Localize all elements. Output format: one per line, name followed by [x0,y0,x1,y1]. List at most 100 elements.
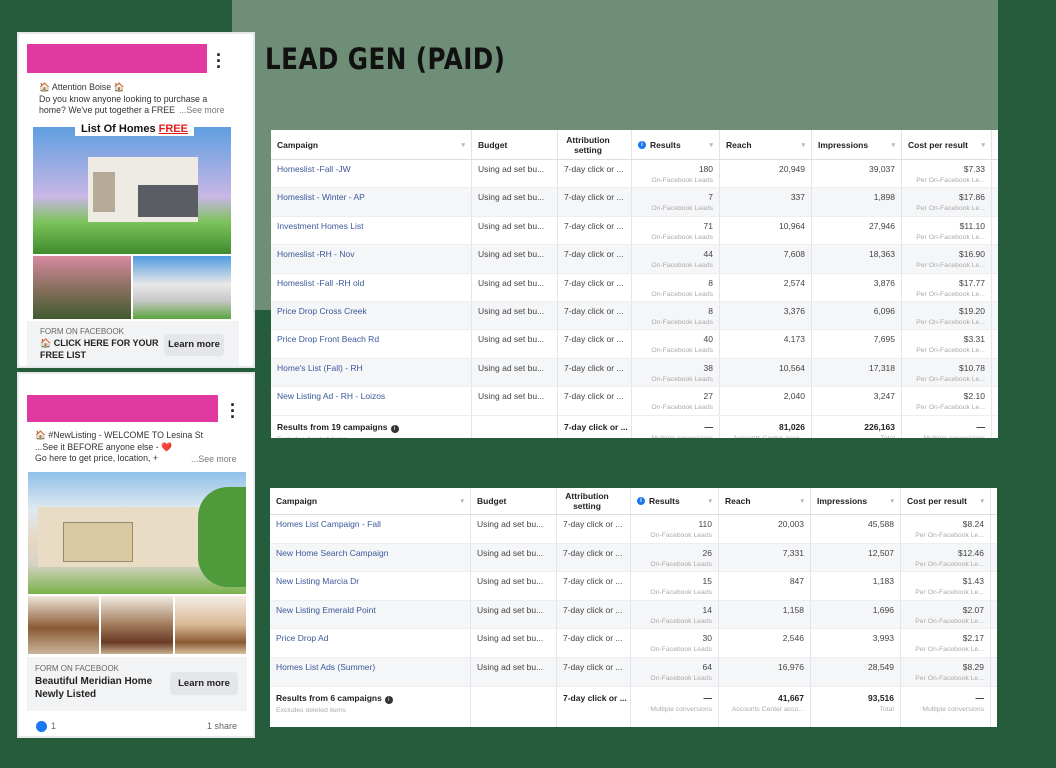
cell-campaign[interactable]: New Home Search Campaign [270,543,471,572]
table-row[interactable]: New Listing Ad - RH - Loizos Using ad set… [271,387,998,416]
table-row[interactable]: Homeslist -RH - Nov Using ad set bu... 7-d… [271,245,998,274]
learn-more-button[interactable]: Learn more [170,672,238,695]
table-row[interactable]: Homes List Ads (Summer) Using ad set bu..… [270,657,997,687]
cell-reach: 3,376 [720,301,812,330]
campaign-link[interactable]: New Listing Marcia Dr [276,576,359,586]
cell-campaign[interactable]: Homeslist - Winter - AP [271,188,472,216]
table-row[interactable]: Homes List Campaign - Fall Using ad set b… [270,515,997,544]
cell-reach: 10,964 [720,216,812,245]
cell-campaign[interactable]: Homeslist -Fall -JW [271,160,472,188]
column-header-attribution[interactable]: Attribution setting [558,130,632,159]
table-row[interactable]: New Home Search Campaign Using ad set bu.… [270,543,997,573]
share-count[interactable]: 1 share [207,721,237,731]
like-count[interactable]: 1 [51,721,56,731]
campaign-link[interactable]: Price Drop Front Beach Rd [277,334,379,344]
cell-campaign[interactable]: New Listing Ad - RH - Loizos [271,387,472,415]
table-row[interactable]: New Listing Marcia Dr Using ad set bu... 7… [270,572,997,601]
total-value: 7-day click or ... [563,692,627,703]
sort-caret-icon[interactable]: ▾ [891,141,895,149]
column-header-impressions[interactable]: Impressions ▾ [811,488,901,514]
campaign-link[interactable]: New Listing Ad - RH - Loizos [277,391,385,401]
cell-campaign[interactable]: Homeslist -Fall -RH old [271,273,472,301]
more-vertical-icon[interactable]: · · · [229,396,237,426]
learn-more-button[interactable]: Learn more [164,334,224,356]
table-row[interactable]: Homeslist -Fall -RH old Using ad set bu..… [271,273,998,302]
campaign-link[interactable]: Homes List Ads (Summer) [276,662,375,672]
cell-campaign[interactable]: New Listing Emerald Point [270,600,471,629]
column-header-budget[interactable]: Budget [472,130,558,159]
info-icon[interactable]: i [384,695,393,704]
sort-caret-icon[interactable]: ▾ [461,141,465,149]
sort-caret-icon[interactable]: ▾ [801,141,805,149]
cell-value: $3.31 [963,334,985,345]
cell-campaign[interactable]: New Listing Marcia Dr [270,572,471,600]
campaign-link[interactable]: Price Drop Ad [276,633,328,643]
info-icon[interactable]: i [637,497,645,505]
column-header-impressions[interactable]: Impressions ▾ [812,130,902,159]
sort-caret-icon[interactable]: ▾ [981,141,985,149]
table-row[interactable]: Home's List (Fall) - RH Using ad set bu..… [271,358,998,388]
column-header-attribution[interactable]: Attribution setting [557,488,631,514]
table-row[interactable]: New Listing Emerald Point Using ad set bu… [270,600,997,630]
cell-value: Using ad set bu... [477,633,544,644]
cell-campaign[interactable]: Investment Homes List [271,216,472,245]
campaign-link[interactable]: Homeslist - Winter - AP [277,192,365,202]
column-header-campaign[interactable]: Campaign ▾ [270,488,471,514]
cell-attribution: 7-day click or ... [558,387,632,415]
cell-campaign[interactable]: Homes List Ads (Summer) [270,657,471,686]
sort-caret-icon[interactable]: ▾ [980,497,984,505]
table-row[interactable]: Price Drop Front Beach Rd Using ad set bu… [271,330,998,359]
table-header: Campaign ▾ Budget Attribution setting i Resul… [270,488,997,515]
cell-attribution: 7-day click or ... [558,273,632,301]
cell-campaign[interactable]: Homes List Campaign - Fall [270,515,471,543]
more-vertical-icon[interactable]: · · · [215,46,223,76]
campaign-link[interactable]: New Home Search Campaign [276,548,388,558]
campaign-link[interactable]: New Listing Emerald Point [276,605,376,615]
cell-campaign[interactable]: Price Drop Front Beach Rd [271,330,472,358]
campaign-link[interactable]: Home's List (Fall) - RH [277,363,363,373]
sort-caret-icon[interactable]: ▾ [890,497,894,505]
cell-reach: 4,173 [720,330,812,358]
cell-value: 1,183 [872,576,894,587]
column-header-campaign[interactable]: Campaign ▾ [271,130,472,159]
campaign-link[interactable]: Investment Homes List [277,221,363,231]
banner-text: List Of Homes [81,123,156,135]
campaign-link[interactable]: Homes List Campaign - Fall [276,519,381,529]
table-row[interactable]: Price Drop Ad Using ad set bu... 7-day cli… [270,629,997,658]
sort-caret-icon[interactable]: ▾ [709,141,713,149]
column-header-label: Reach [726,139,752,150]
campaign-link[interactable]: Homeslist -RH - Nov [277,249,354,259]
info-icon[interactable]: i [390,424,399,433]
column-header-cost[interactable]: Cost per result ▾ [901,488,991,514]
cell-campaign[interactable]: Price Drop Cross Creek [271,301,472,330]
see-more-link[interactable]: ...See more [191,454,236,464]
column-header-budget[interactable]: Budget [471,488,557,514]
campaign-link[interactable]: Price Drop Cross Creek [277,306,367,316]
campaign-link[interactable]: Homeslist -Fall -JW [277,164,351,174]
column-header-cost[interactable]: Cost per result ▾ [902,130,992,159]
column-header-results[interactable]: i Results ▾ [632,130,720,159]
table-row[interactable]: Homeslist - Winter - AP Using ad set bu..… [271,188,998,217]
total-impressions: 226,163 Total [812,415,902,438]
sort-caret-icon[interactable]: ▾ [708,497,712,505]
cell-campaign[interactable]: Home's List (Fall) - RH [271,358,472,387]
campaign-link[interactable]: Homeslist -Fall -RH old [277,278,364,288]
cell-subtext: On-Facebook Leads [650,532,712,539]
sort-caret-icon[interactable]: ▾ [460,497,464,505]
cell-value: Using ad set bu... [478,164,545,174]
see-more-link[interactable]: ...See more [179,105,224,115]
cell-campaign[interactable]: Homeslist -RH - Nov [271,245,472,273]
cell-cost: $19.20 Per On-Facebook Le... [902,301,992,330]
column-header-reach[interactable]: Reach ▾ [719,488,811,514]
info-icon[interactable]: i [638,140,646,149]
column-header-reach[interactable]: Reach ▾ [720,130,812,159]
table-row[interactable]: Price Drop Cross Creek Using ad set bu...… [271,301,998,331]
cell-value: 64 [702,661,712,672]
table-row[interactable]: Homeslist -Fall -JW Using ad set bu... 7-d… [271,160,998,189]
table-row[interactable]: Investment Homes List Using ad set bu... 7… [271,216,998,246]
cell-campaign[interactable]: Price Drop Ad [270,629,471,657]
cell-attribution: 7-day click or ... [557,572,631,600]
column-header-results[interactable]: i Results ▾ [631,488,719,514]
sort-caret-icon[interactable]: ▾ [800,497,804,505]
cell-value: 3,376 [783,305,805,316]
